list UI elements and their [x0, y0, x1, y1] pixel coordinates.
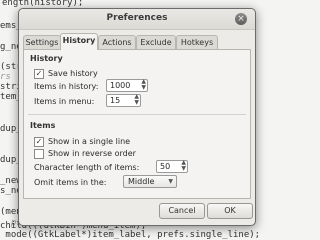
char-length-spinner[interactable]: 50 ▲ ▼	[156, 160, 188, 173]
save-history-row[interactable]: ✓ Save history	[34, 68, 154, 79]
code-line: mode((GtkLabel*)item_label, prefs.single…	[0, 230, 261, 240]
items-in-menu-value[interactable]: 15	[110, 95, 120, 106]
char-length-value[interactable]: 50	[160, 161, 170, 172]
dialog-title: Preferences	[106, 13, 168, 23]
char-length-label: Character length of items:	[34, 163, 140, 172]
history-panel: History ✓ Save history Items in history:…	[23, 49, 251, 199]
cancel-button[interactable]: Cancel	[159, 203, 205, 219]
single-line-label: Show in a single line	[48, 137, 131, 146]
title-bar[interactable]: Preferences ×	[19, 9, 255, 30]
omit-items-value[interactable]: Middle	[128, 176, 154, 187]
history-section-title: History	[30, 54, 63, 63]
spinner-arrows-icon[interactable]: ▲ ▼	[181, 160, 186, 172]
omit-items-dropdown[interactable]: Middle ▼	[123, 175, 177, 188]
tab-actions[interactable]: Actions	[98, 35, 136, 49]
section-divider	[28, 114, 246, 115]
close-icon[interactable]: ×	[235, 13, 247, 25]
tab-history[interactable]: History	[60, 33, 98, 50]
ok-button[interactable]: OK	[207, 203, 253, 219]
tab-exclude[interactable]: Exclude	[136, 35, 176, 49]
items-in-menu-spinner[interactable]: 15 ▲ ▼	[106, 94, 141, 107]
omit-items-label: Omit items in the:	[34, 178, 107, 187]
chevron-down-icon[interactable]: ▼	[168, 176, 173, 187]
items-in-menu-label: Items in menu:	[34, 97, 95, 106]
reverse-order-row[interactable]: Show in reverse order	[34, 148, 174, 159]
code-comment: rs	[0, 72, 11, 82]
preferences-dialog: Preferences × Settings History Actions E…	[18, 8, 256, 226]
save-history-label: Save history	[48, 69, 98, 78]
reverse-order-checkbox[interactable]	[34, 149, 44, 159]
tab-hotkeys[interactable]: Hotkeys	[176, 35, 218, 49]
single-line-row[interactable]: ✓ Show in a single line	[34, 136, 164, 147]
code-line: ength(history);	[2, 0, 95, 8]
items-in-history-spinner[interactable]: 1000 ▲ ▼	[106, 79, 148, 92]
items-in-history-value[interactable]: 1000	[110, 80, 130, 91]
save-history-checkbox[interactable]: ✓	[34, 69, 44, 79]
reverse-order-label: Show in reverse order	[48, 149, 136, 158]
spinner-arrows-icon[interactable]: ▲ ▼	[134, 94, 139, 106]
tab-settings[interactable]: Settings	[23, 35, 61, 49]
items-in-history-label: Items in history:	[34, 82, 99, 91]
single-line-checkbox[interactable]: ✓	[34, 137, 44, 147]
spinner-arrows-icon[interactable]: ▲ ▼	[141, 79, 146, 91]
items-section-title: Items	[30, 121, 56, 130]
